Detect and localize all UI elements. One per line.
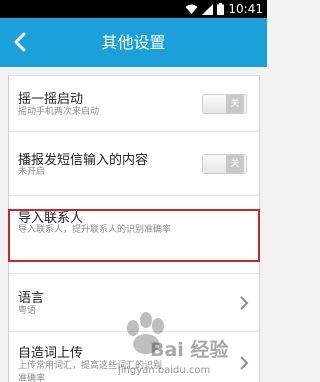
status-bar: 10:41 bbox=[0, 0, 267, 18]
toggle-knob bbox=[203, 95, 227, 113]
shake-launch-toggle[interactable]: 关 bbox=[202, 94, 247, 114]
setting-title: 摇一摇启动 bbox=[18, 92, 84, 107]
setting-subtitle: 导入联系人，提升联系人的识别准确率 bbox=[18, 225, 172, 235]
wifi-icon bbox=[185, 0, 198, 19]
app-bar: 其他设置 bbox=[0, 18, 267, 67]
setting-title: 语言 bbox=[18, 291, 45, 306]
watermark-url: jingyan.baidu.com bbox=[118, 365, 211, 376]
status-time: 10:41 bbox=[228, 2, 263, 16]
setting-subtitle: 摇动手机两次来启动 bbox=[18, 107, 100, 117]
chevron-right-icon bbox=[240, 296, 249, 310]
read-sms-toggle[interactable]: 关 bbox=[202, 154, 247, 174]
setting-subtitle-continued: 准确率 bbox=[18, 374, 46, 382]
setting-row-read-sms[interactable]: 播报发短信输入的内容 未开启 关 bbox=[9, 132, 259, 196]
battery-icon bbox=[217, 0, 225, 19]
setting-row-language[interactable]: 语言 粤语 bbox=[9, 274, 259, 332]
toggle-state-label: 关 bbox=[226, 95, 244, 113]
toggle-state-label: 关 bbox=[226, 155, 244, 173]
toggle-knob bbox=[203, 155, 227, 173]
setting-subtitle: 未开启 bbox=[18, 167, 46, 177]
setting-row-import-contacts[interactable]: 导入联系人 导入联系人，提升联系人的识别准确率 bbox=[9, 196, 259, 274]
setting-row-shake-launch[interactable]: 摇一摇启动 摇动手机两次来启动 关 bbox=[9, 76, 259, 132]
setting-subtitle: 粤语 bbox=[18, 306, 37, 316]
chevron-right-icon bbox=[240, 356, 249, 370]
signal-icon bbox=[202, 0, 214, 19]
setting-title: 自造词上传 bbox=[18, 346, 84, 361]
watermark-text: Bai 经验 bbox=[150, 339, 229, 361]
page-title: 其他设置 bbox=[101, 33, 166, 52]
